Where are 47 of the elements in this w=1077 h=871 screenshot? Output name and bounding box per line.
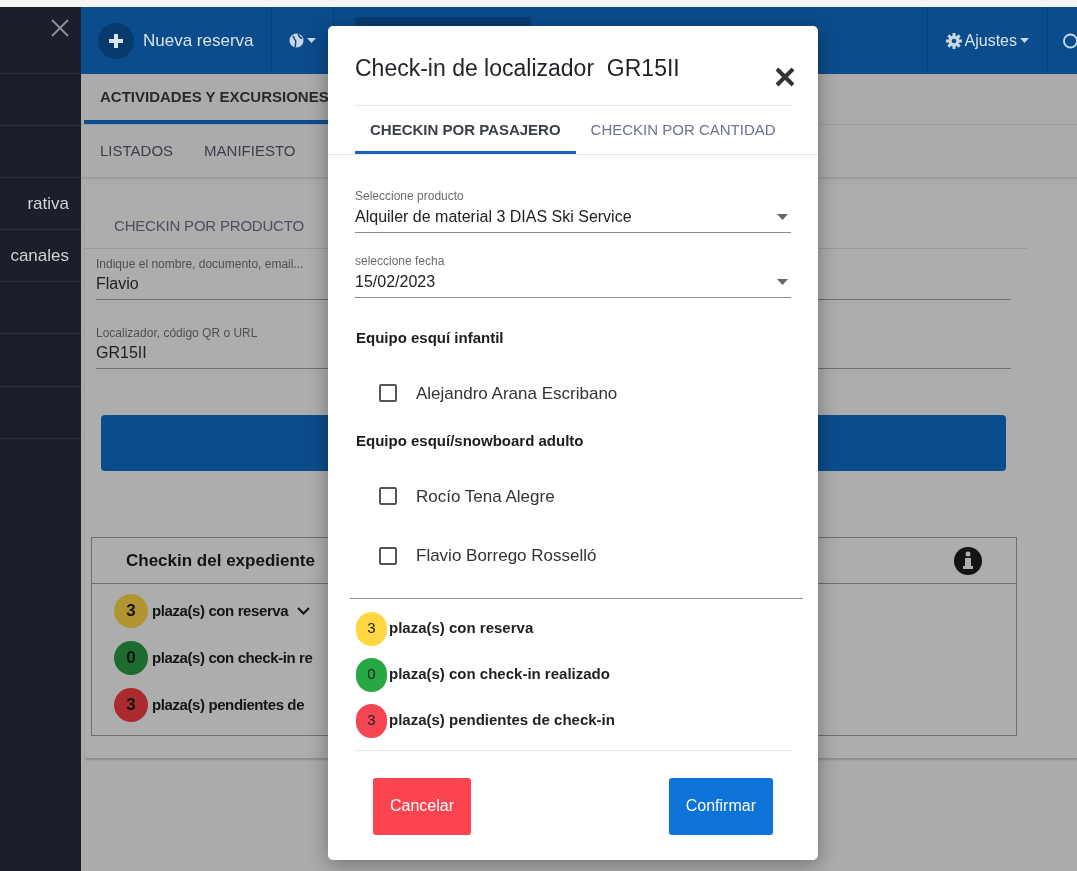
- count-badge: 3: [114, 688, 148, 722]
- caret-icon: [777, 279, 788, 285]
- passenger-name: Alejandro Arana Escribano: [416, 382, 618, 405]
- group-title: Equipo esquí/snowboard adulto: [356, 431, 585, 451]
- status-label: plaza(s) pendientes de: [152, 694, 305, 715]
- globe-menu[interactable]: [288, 33, 316, 48]
- cancel-button[interactable]: Cancelar: [373, 777, 472, 835]
- info-icon[interactable]: [954, 546, 982, 575]
- close-icon[interactable]: [51, 19, 69, 37]
- passenger-name: Rocío Tena Alegre: [416, 485, 555, 508]
- count-badge: 3: [356, 611, 387, 646]
- status-label: plaza(s) con check-in re: [152, 647, 313, 668]
- tab[interactable]: MANIFIESTO: [204, 139, 296, 163]
- group-title: Equipo esquí infantil: [356, 328, 505, 348]
- caret-icon: [1020, 38, 1029, 43]
- count-badge: 3: [114, 594, 148, 628]
- close-icon[interactable]: [775, 66, 795, 87]
- new-reservation-button[interactable]: Nueva reserva: [98, 22, 254, 59]
- status-label: plaza(s) con check-in realizado: [389, 664, 610, 685]
- count-badge: 3: [356, 703, 387, 738]
- chevron-icon[interactable]: [297, 607, 311, 615]
- checkbox[interactable]: [379, 487, 397, 506]
- tab[interactable]: CHECKIN POR PRODUCTO: [114, 214, 304, 237]
- tab[interactable]: CHECKIN POR CANTIDAD: [575, 106, 791, 154]
- globe-icon: [288, 33, 304, 48]
- caret-icon: [777, 214, 788, 220]
- sidebar-item[interactable]: canales: [10, 242, 69, 269]
- status-label: plaza(s) con reserva: [389, 618, 534, 639]
- plus-icon: [98, 22, 134, 59]
- tab[interactable]: CHECKIN POR PASAJERO: [355, 106, 576, 154]
- count-badge: 0: [356, 657, 387, 692]
- checkbox[interactable]: [379, 384, 397, 403]
- count-badge: 0: [114, 641, 148, 675]
- dialog-title: Check-in de localizador GR15II: [355, 54, 680, 84]
- caret-icon: [306, 38, 316, 43]
- settings-icon: [945, 32, 962, 49]
- status-label: plaza(s) pendientes de check-in: [389, 710, 615, 731]
- sidebar-item[interactable]: rativa: [27, 190, 69, 217]
- tab[interactable]: LISTADOS: [100, 139, 174, 163]
- checkbox[interactable]: [379, 546, 397, 565]
- passenger-name: Flavio Borrego Rosselló: [416, 545, 597, 567]
- panel-title: Checkin del expediente: [126, 549, 315, 572]
- status-label: plaza(s) con reserva: [152, 600, 289, 621]
- select-field[interactable]: seleccione fecha 15/02/2023: [355, 253, 791, 298]
- select-field[interactable]: Seleccione producto Alquiler de material 3 DIAS Ski Service: [355, 188, 791, 233]
- settings-menu[interactable]: Ajustes: [945, 28, 1029, 53]
- confirm-button[interactable]: Confirmar: [668, 777, 773, 835]
